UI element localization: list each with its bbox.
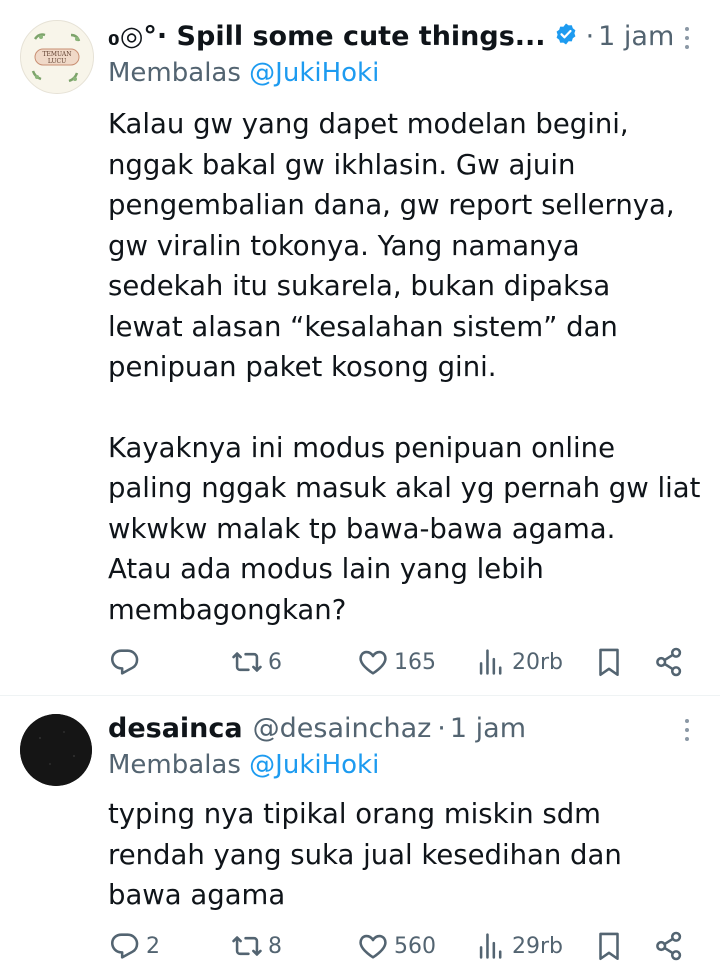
mention-link[interactable]: @JukiHoki (249, 58, 379, 88)
mention-link[interactable]: @JukiHoki (249, 750, 379, 780)
tweet-2[interactable]: desainca @desainchaz · 1 jam Membalas @J… (0, 696, 720, 977)
views-button[interactable]: 20rb (474, 642, 563, 682)
tweet-actions: 2 8 560 29rb (108, 926, 698, 966)
timestamp[interactable]: 1 jam (450, 713, 526, 744)
tweet-paragraph: Kalau gw yang dapet modelan begini, ngga… (108, 108, 675, 383)
share-icon (656, 647, 682, 677)
share-button[interactable] (652, 926, 686, 966)
tweet-header: ₀◎°· Spill some cute things... · 1 jam (108, 16, 674, 56)
tweet-paragraph: typing nya tipikal orang miskin sdm rend… (108, 798, 622, 911)
avatar-logo-icon: TEMUAN LUCU (21, 21, 93, 93)
tweet-1[interactable]: TEMUAN LUCU ₀◎°· Spill some cute things.… (0, 0, 720, 695)
repost-count: 8 (268, 933, 282, 959)
views-icon (479, 649, 502, 675)
repost-button[interactable]: 6 (230, 642, 282, 682)
separator-dot: · (585, 20, 595, 52)
svg-text:TEMUAN: TEMUAN (43, 51, 72, 58)
avatar[interactable]: TEMUAN LUCU (20, 20, 94, 94)
author-name[interactable]: desainca (108, 713, 243, 744)
replying-prefix: Membalas (108, 750, 250, 780)
repost-count: 6 (268, 649, 282, 675)
view-count: 29rb (512, 933, 564, 959)
avatar-image-icon (20, 714, 92, 786)
more-options-icon[interactable] (682, 719, 692, 746)
like-count: 560 (394, 933, 436, 959)
share-button[interactable] (652, 642, 686, 682)
view-count: 20rb (512, 649, 564, 675)
tweet-actions: 6 165 20rb (108, 642, 698, 682)
reply-icon (110, 933, 139, 959)
bookmark-button[interactable] (592, 642, 626, 682)
tweet-header: desainca @desainchaz · 1 jam (108, 708, 526, 748)
like-count: 165 (394, 649, 436, 675)
replying-to: Membalas @JukiHoki (108, 58, 379, 88)
repost-icon (232, 936, 262, 956)
like-button[interactable]: 165 (356, 642, 436, 682)
reply-icon (110, 649, 139, 675)
timestamp[interactable]: 1 jam (598, 21, 674, 52)
bookmark-button[interactable] (592, 926, 626, 966)
views-icon (479, 933, 502, 959)
author-name[interactable]: ₀◎°· Spill some cute things... (108, 21, 546, 52)
like-icon (359, 650, 387, 675)
repost-icon (232, 652, 262, 672)
svg-text:LUCU: LUCU (48, 58, 66, 65)
tweet-text: typing nya tipikal orang miskin sdm rend… (108, 794, 708, 916)
reply-button[interactable]: 2 (108, 926, 160, 966)
like-button[interactable]: 560 (356, 926, 436, 966)
reply-count: 2 (146, 933, 160, 959)
share-icon (656, 931, 682, 961)
verified-badge-icon (554, 22, 578, 50)
reply-button[interactable] (108, 642, 146, 682)
repost-button[interactable]: 8 (230, 926, 282, 966)
more-options-icon[interactable] (682, 27, 692, 54)
like-icon (359, 934, 387, 959)
replying-to: Membalas @JukiHoki (108, 750, 379, 780)
replying-prefix: Membalas (108, 58, 250, 88)
tweet-paragraph: Kayaknya ini modus penipuan online palin… (108, 431, 701, 626)
avatar[interactable] (20, 714, 92, 786)
author-handle[interactable]: @desainchaz (253, 713, 432, 744)
separator-dot: · (437, 712, 446, 744)
bookmark-icon (599, 932, 619, 961)
tweet-text: Kalau gw yang dapet modelan begini, ngga… (108, 104, 708, 630)
bookmark-icon (599, 648, 619, 677)
views-button[interactable]: 29rb (474, 926, 563, 966)
